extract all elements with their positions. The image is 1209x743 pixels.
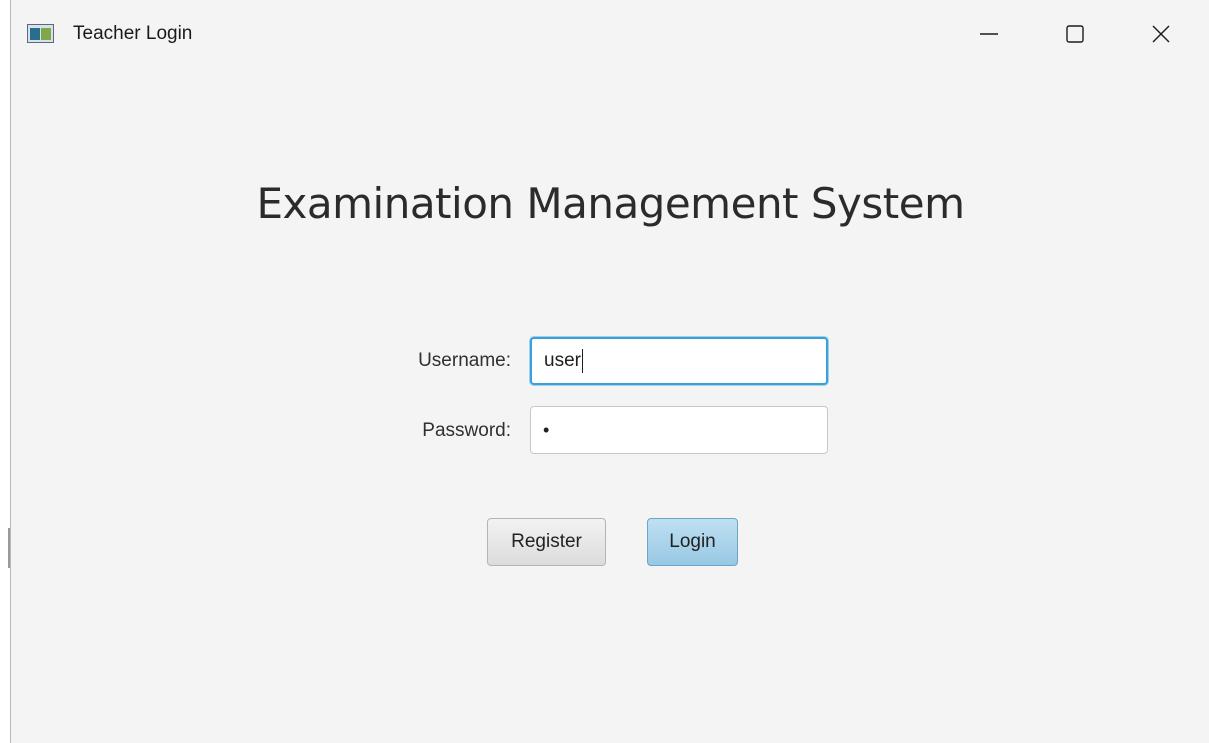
- username-value: user: [544, 350, 581, 371]
- window-title: Teacher Login: [73, 23, 193, 44]
- password-masked-value: •: [543, 419, 552, 440]
- login-button[interactable]: Login: [647, 518, 738, 566]
- title-bar[interactable]: Teacher Login: [11, 0, 1209, 68]
- close-button[interactable]: [1133, 12, 1189, 56]
- maximize-icon: [1065, 24, 1085, 44]
- password-input[interactable]: •: [530, 406, 828, 454]
- password-label: Password:: [422, 420, 511, 441]
- login-window: Teacher Login Examination Management Sys…: [10, 0, 1209, 743]
- minimize-button[interactable]: [961, 12, 1017, 56]
- text-caret: [581, 349, 583, 373]
- register-button[interactable]: Register: [487, 518, 606, 566]
- username-input[interactable]: user: [530, 337, 828, 385]
- close-icon: [1151, 24, 1171, 44]
- page-title: Examination Management System: [256, 179, 965, 228]
- minimize-icon: [979, 24, 999, 44]
- maximize-button[interactable]: [1047, 12, 1103, 56]
- username-label: Username:: [418, 350, 511, 371]
- app-window-icon: [27, 24, 54, 43]
